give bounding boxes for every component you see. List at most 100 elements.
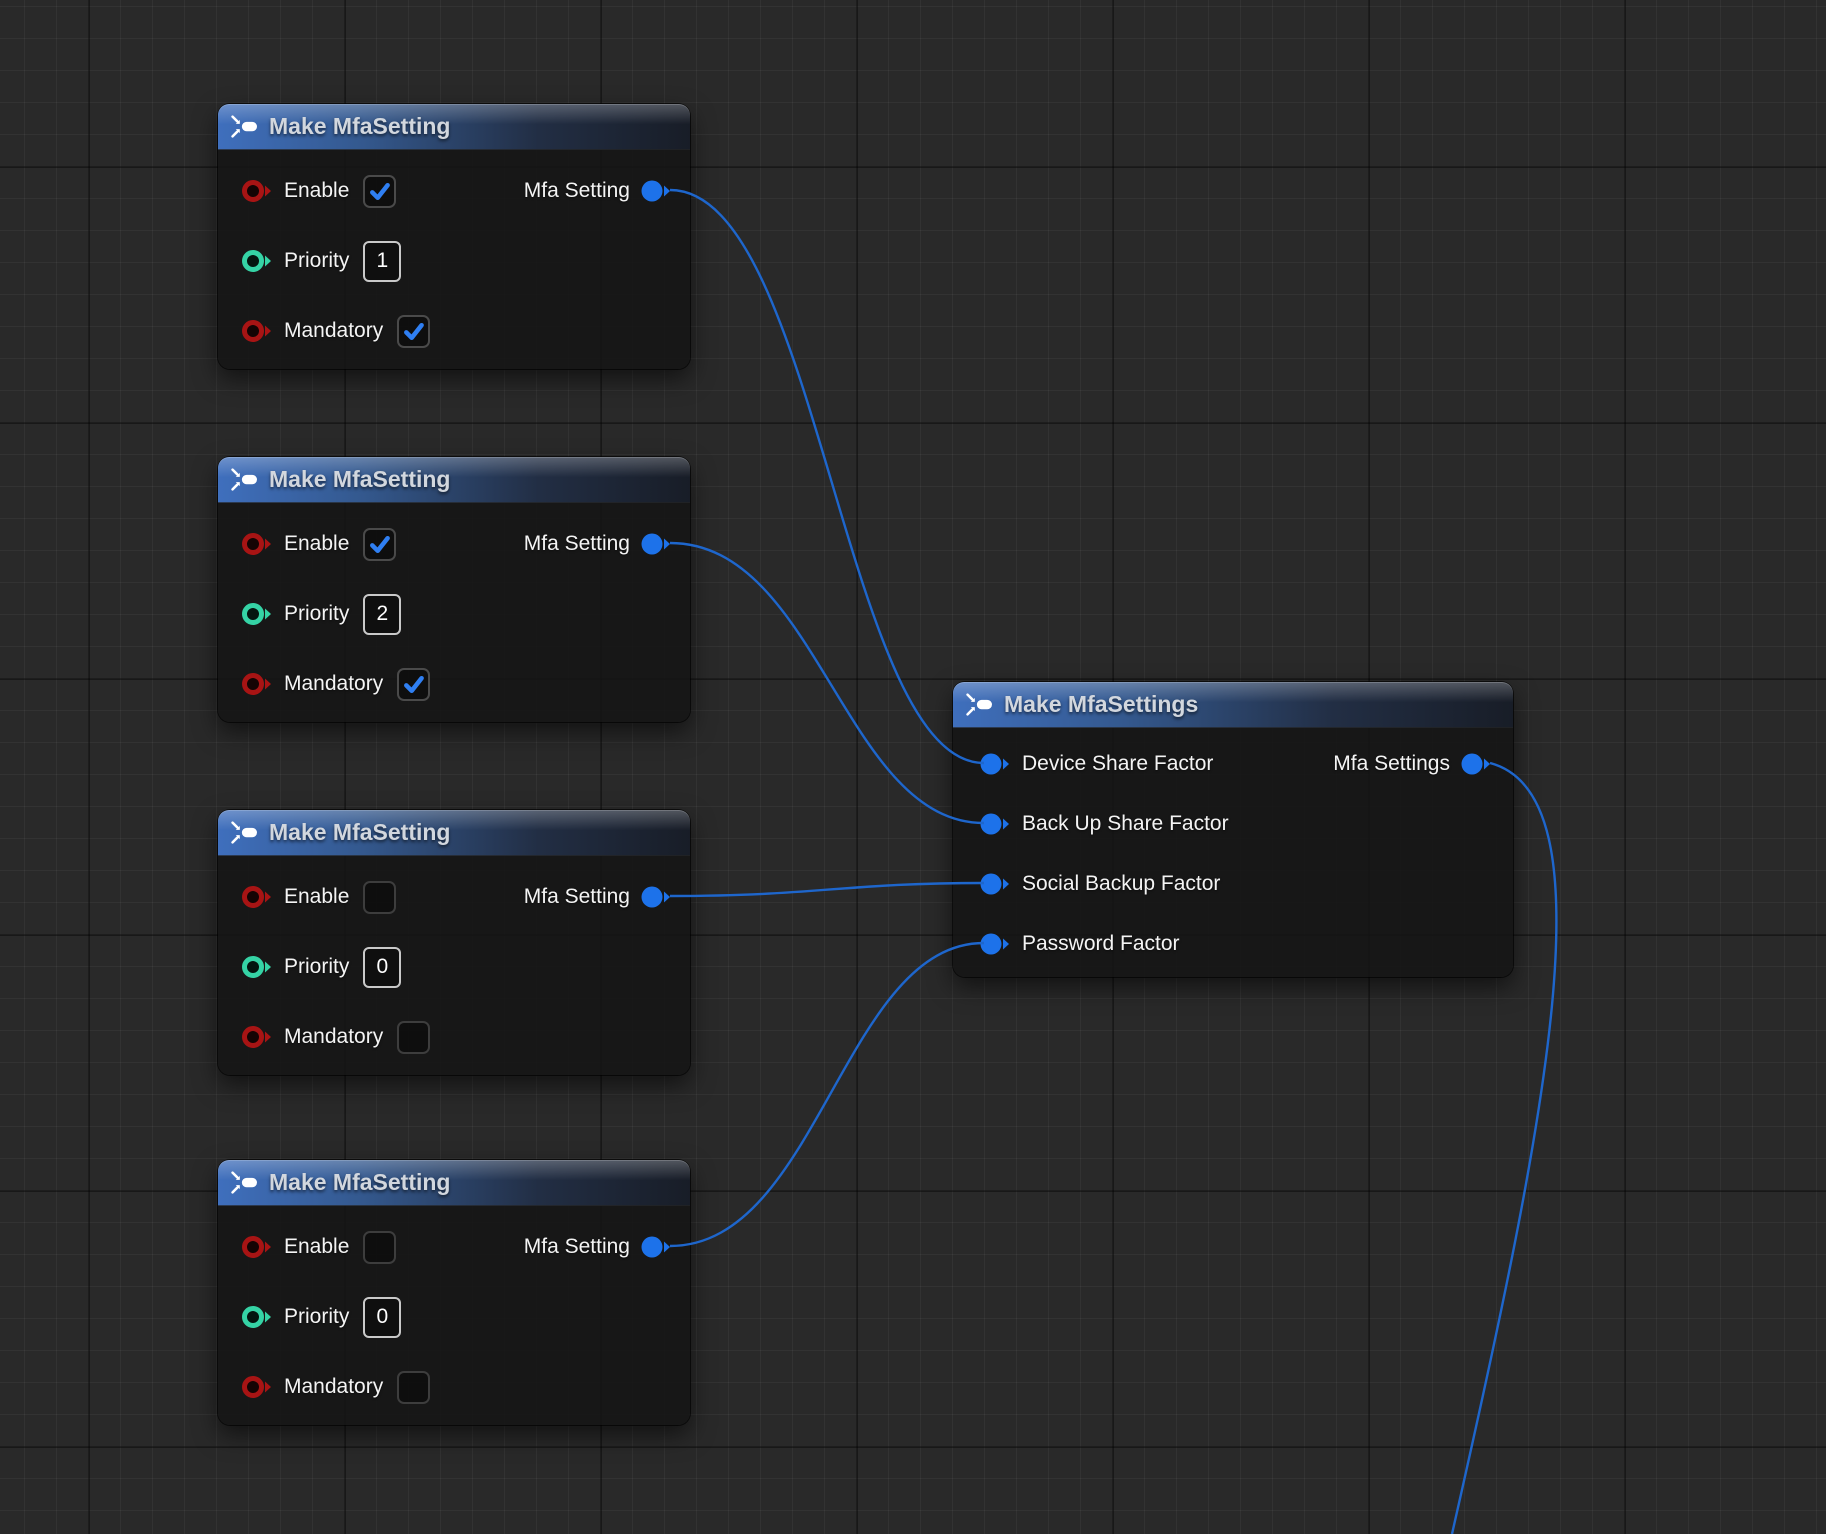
pin-label: Mandatory <box>284 1025 383 1049</box>
pin-label: Mfa Setting <box>524 1235 630 1259</box>
wire-mfasetting2-to-back-up-share-factor[interactable] <box>670 543 984 823</box>
struct-pin-icon[interactable] <box>980 811 1010 837</box>
bool-pin-icon[interactable] <box>242 1234 272 1260</box>
pin-label: Mfa Setting <box>524 532 630 556</box>
bool-pin-icon[interactable] <box>242 318 272 344</box>
priority-input[interactable]: 1 <box>363 241 401 282</box>
wire-mfasetting1-to-device-share-factor[interactable] <box>670 190 984 763</box>
priority-input[interactable]: 0 <box>363 1297 401 1338</box>
node-body: Enable Mfa Setting Priority 1 <box>218 150 690 369</box>
node-header[interactable]: Make MfaSetting <box>218 1160 690 1206</box>
node-title: Make MfaSetting <box>269 819 450 846</box>
mandatory-checkbox[interactable] <box>397 315 430 348</box>
node-make-mfasettings[interactable]: Make MfaSettings Device Share Factor Mfa… <box>953 682 1513 977</box>
node-title: Make MfaSetting <box>269 1169 450 1196</box>
pin-label: Mfa Settings <box>1333 752 1450 776</box>
pin-label: Enable <box>284 532 349 556</box>
bool-pin-icon[interactable] <box>242 1374 272 1400</box>
struct-pin-icon[interactable] <box>641 178 671 204</box>
node-make-mfasetting-4[interactable]: Make MfaSetting Enable Mfa Setting <box>218 1160 690 1425</box>
struct-pin-icon[interactable] <box>980 871 1010 897</box>
make-struct-icon <box>231 468 258 491</box>
struct-pin-icon[interactable] <box>641 531 671 557</box>
mandatory-checkbox[interactable] <box>397 668 430 701</box>
pin-label: Enable <box>284 1235 349 1259</box>
node-header[interactable]: Make MfaSetting <box>218 457 690 503</box>
struct-pin-icon[interactable] <box>641 884 671 910</box>
mandatory-checkbox[interactable] <box>397 1021 430 1054</box>
pin-label: Priority <box>284 249 349 273</box>
pin-row: Mandatory <box>218 649 690 719</box>
enable-checkbox[interactable] <box>363 881 396 914</box>
enable-checkbox[interactable] <box>363 175 396 208</box>
graph-canvas[interactable]: Make MfaSetting Enable Mfa Setting <box>0 0 1826 1534</box>
pin-label: Enable <box>284 179 349 203</box>
struct-pin-icon[interactable] <box>641 1234 671 1260</box>
node-header[interactable]: Make MfaSetting <box>218 810 690 856</box>
pin-row: Enable Mfa Setting <box>218 862 690 932</box>
pin-row: Mandatory <box>218 1002 690 1072</box>
pin-row: Mandatory <box>218 1352 690 1422</box>
pin-label: Enable <box>284 885 349 909</box>
node-header[interactable]: Make MfaSetting <box>218 104 690 150</box>
pin-row: Social Backup Factor <box>953 854 1513 914</box>
priority-input[interactable]: 0 <box>363 947 401 988</box>
pin-row: Password Factor <box>953 914 1513 974</box>
priority-input[interactable]: 2 <box>363 594 401 635</box>
pin-row: Priority 1 <box>218 226 690 296</box>
node-make-mfasetting-1[interactable]: Make MfaSetting Enable Mfa Setting <box>218 104 690 369</box>
pin-row: Enable Mfa Setting <box>218 156 690 226</box>
struct-pin-icon[interactable] <box>980 751 1010 777</box>
struct-pin-icon[interactable] <box>980 931 1010 957</box>
pin-label: Priority <box>284 1305 349 1329</box>
pin-row: Enable Mfa Setting <box>218 509 690 579</box>
node-make-mfasetting-3[interactable]: Make MfaSetting Enable Mfa Setting <box>218 810 690 1075</box>
make-struct-icon <box>966 693 993 716</box>
node-title: Make MfaSettings <box>1004 691 1198 718</box>
node-body: Device Share Factor Mfa Settings Back Up… <box>953 728 1513 977</box>
make-struct-icon <box>231 821 258 844</box>
make-struct-icon <box>231 1171 258 1194</box>
node-make-mfasetting-2[interactable]: Make MfaSetting Enable Mfa Setting <box>218 457 690 722</box>
node-header[interactable]: Make MfaSettings <box>953 682 1513 728</box>
mandatory-checkbox[interactable] <box>397 1371 430 1404</box>
int-pin-icon[interactable] <box>242 601 272 627</box>
bool-pin-icon[interactable] <box>242 178 272 204</box>
int-pin-icon[interactable] <box>242 954 272 980</box>
node-body: Enable Mfa Setting Priority 2 <box>218 503 690 722</box>
enable-checkbox[interactable] <box>363 1231 396 1264</box>
node-body: Enable Mfa Setting Priority 0 <box>218 856 690 1075</box>
pin-row: Device Share Factor Mfa Settings <box>953 734 1513 794</box>
bool-pin-icon[interactable] <box>242 671 272 697</box>
int-pin-icon[interactable] <box>242 248 272 274</box>
node-title: Make MfaSetting <box>269 113 450 140</box>
make-struct-icon <box>231 115 258 138</box>
pin-row: Priority 0 <box>218 1282 690 1352</box>
bool-pin-icon[interactable] <box>242 884 272 910</box>
pin-row: Back Up Share Factor <box>953 794 1513 854</box>
bool-pin-icon[interactable] <box>242 1024 272 1050</box>
pin-label: Priority <box>284 602 349 626</box>
pin-row: Mandatory <box>218 296 690 366</box>
pin-label: Social Backup Factor <box>1022 872 1220 896</box>
pin-label: Password Factor <box>1022 932 1180 956</box>
node-title: Make MfaSetting <box>269 466 450 493</box>
pin-label: Mandatory <box>284 672 383 696</box>
pin-label: Mandatory <box>284 1375 383 1399</box>
node-body: Enable Mfa Setting Priority 0 <box>218 1206 690 1425</box>
pin-label: Device Share Factor <box>1022 752 1213 776</box>
int-pin-icon[interactable] <box>242 1304 272 1330</box>
pin-row: Priority 2 <box>218 579 690 649</box>
pin-label: Priority <box>284 955 349 979</box>
pin-label: Back Up Share Factor <box>1022 812 1229 836</box>
wire-mfasetting3-to-social-backup-factor[interactable] <box>670 883 984 896</box>
pin-label: Mfa Setting <box>524 179 630 203</box>
pin-row: Priority 0 <box>218 932 690 1002</box>
wire-mfasetting4-to-password-factor[interactable] <box>670 943 984 1246</box>
pin-label: Mfa Setting <box>524 885 630 909</box>
pin-row: Enable Mfa Setting <box>218 1212 690 1282</box>
struct-pin-icon[interactable] <box>1461 751 1491 777</box>
enable-checkbox[interactable] <box>363 528 396 561</box>
bool-pin-icon[interactable] <box>242 531 272 557</box>
pin-label: Mandatory <box>284 319 383 343</box>
